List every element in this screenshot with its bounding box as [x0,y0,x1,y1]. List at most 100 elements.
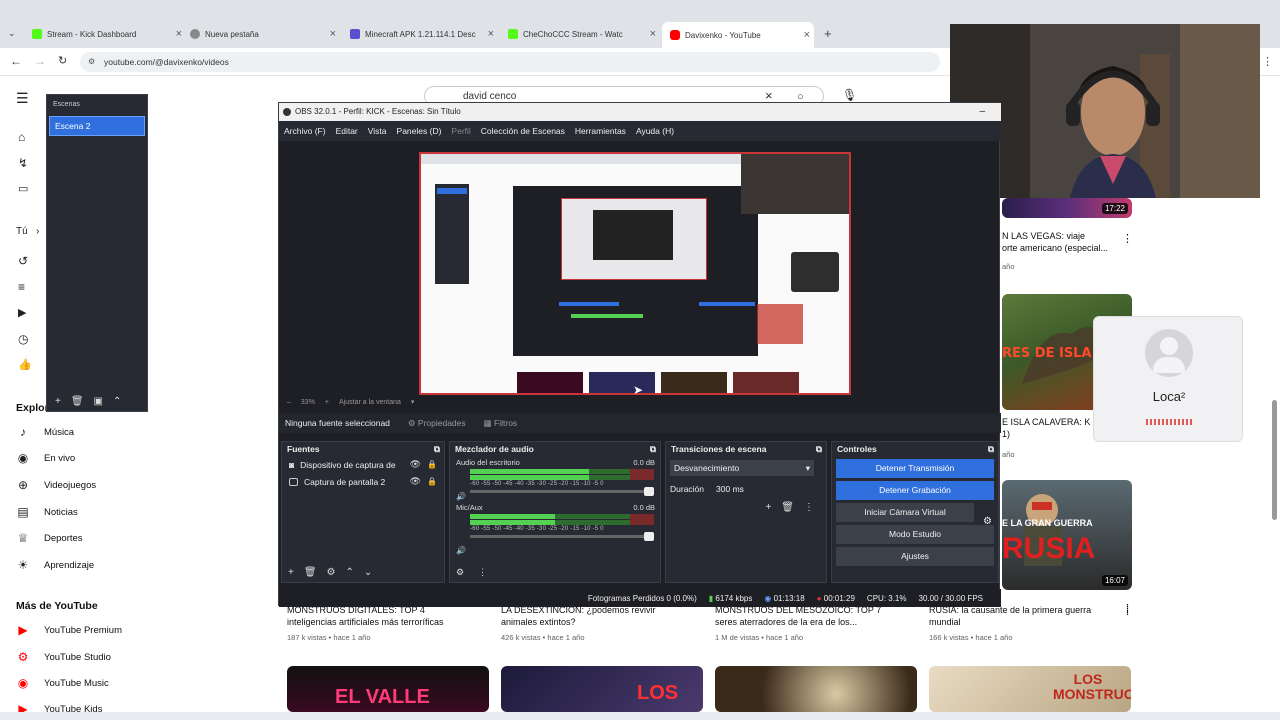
back-icon[interactable]: ← [10,54,22,68]
menu-help[interactable]: Ayuda (H) [636,126,674,136]
virtual-camera-settings-icon[interactable]: ⚙ [983,516,992,527]
speaker-icon[interactable]: 🔊 [456,546,466,555]
video-title[interactable]: E ISLA CALAVERA: K 1) [1002,416,1090,440]
menu-dots-icon[interactable]: ⋮ [1262,55,1273,68]
zoom-in-icon[interactable]: + [325,399,329,406]
menu-profile[interactable]: Perfil [451,126,470,136]
start-virtual-camera-button[interactable]: Iniciar Cámara Virtual [836,503,974,522]
source-item[interactable]: Captura de pantalla 2 👁 🔒 [282,473,444,490]
watch-later-icon[interactable]: ◷ [18,332,28,346]
menu-dots-icon[interactable]: ⋮ [478,567,487,578]
page-scrollbar[interactable] [1272,400,1277,520]
settings-button[interactable]: Ajustes [836,547,994,566]
filter-icon[interactable]: ▣ [94,396,103,407]
close-icon[interactable]: × [804,29,810,41]
browser-tab[interactable]: CheChoCCC Stream - Watc × [508,24,656,44]
menu-view[interactable]: Vista [368,126,387,136]
video-thumbnail[interactable] [715,666,917,712]
video-thumbnail[interactable]: EL VALLE [287,666,489,712]
add-icon[interactable]: + [288,567,294,578]
lock-icon[interactable]: 🔒 [427,477,437,486]
site-info-icon[interactable]: ⚙ [88,52,95,72]
video-title[interactable]: MONSTRUOS DIGITALES: TOP 4 inteligencias … [287,604,444,628]
browser-tab[interactable]: Stream - Kick Dashboard × [32,24,182,44]
source-item[interactable]: ◙ Dispositivo de captura de 👁 🔒 [282,456,444,473]
duration-input[interactable]: 300 ms [712,482,814,496]
video-thumbnail[interactable]: 17:22 [1002,198,1132,218]
more-options-icon[interactable]: ⋮ [1122,232,1133,245]
dock-undock-icon[interactable]: ⧉ [434,442,444,456]
visibility-icon[interactable]: 👁 [410,459,421,470]
add-icon[interactable]: + [765,502,771,513]
liked-videos-icon[interactable]: 👍 [18,358,32,371]
video-thumbnail[interactable]: E LA GRAN GUERRA RUSIA 16:07 [1002,480,1132,590]
video-thumbnail[interactable]: LOS [501,666,703,712]
you-label[interactable]: Tú [16,226,28,237]
subscriptions-icon[interactable]: ▭ [18,182,28,195]
close-icon[interactable]: × [176,28,182,40]
mic-icon[interactable]: 🎙 [842,88,857,102]
new-tab-icon[interactable]: + [824,26,832,41]
video-title[interactable]: MONSTRUOS DEL MESOZOICO: TOP 7 seres ater… [715,604,881,628]
forward-icon[interactable]: → [34,54,46,68]
tab-list-icon[interactable]: ⌄ [8,28,16,39]
playlists-icon[interactable]: ≡ [18,280,25,294]
dock-undock-icon[interactable]: ⧉ [816,442,826,456]
sidebar-item-news[interactable]: ▤ Noticias [16,506,77,518]
sidebar-item-gaming[interactable]: ⊕ Videojuegos [16,479,96,491]
move-up-icon[interactable]: ⌃ [346,567,354,578]
scene-item-selected[interactable]: Escena 2 [49,116,145,136]
filters-button[interactable]: ▦ Filtros [484,418,518,429]
dock-undock-icon[interactable]: ⧉ [988,442,998,456]
sidebar-item-learning[interactable]: ☀ Aprendizaje [16,559,95,571]
dock-undock-icon[interactable]: ⧉ [650,442,660,456]
chevron-down-icon[interactable]: ▾ [411,398,415,406]
sidebar-item-music[interactable]: ♪ Música [16,426,74,438]
zoom-out-icon[interactable]: – [287,399,291,406]
volume-slider[interactable] [470,532,654,541]
gear-icon[interactable]: ⚙ [327,567,336,578]
shorts-icon[interactable]: ↯ [18,156,28,170]
video-title[interactable]: RUSIA: la causante de la primera guerra m… [929,604,1091,628]
menu-file[interactable]: Archivo (F) [284,126,326,136]
stop-recording-button[interactable]: Detener Grabación [836,481,994,500]
minimize-icon[interactable]: – [979,103,985,121]
sidebar-item-studio[interactable]: ⚙ YouTube Studio [16,651,111,663]
speaker-icon[interactable]: 🔊 [456,492,466,501]
browser-tab-active[interactable]: Davixenko - YouTube × [662,22,814,48]
menu-docks[interactable]: Paneles (D) [397,126,442,136]
menu-scene-collection[interactable]: Colección de Escenas [481,126,565,136]
move-down-icon[interactable]: ⌄ [364,567,372,578]
volume-slider[interactable] [470,487,654,496]
browser-tab[interactable]: Nueva pestaña × [190,24,336,44]
history-icon[interactable]: ↺ [18,254,28,268]
stop-streaming-button[interactable]: Detener Transmisión [836,459,994,478]
video-thumbnail[interactable]: LOS MONSTRUOS [929,666,1131,712]
transition-select[interactable]: Desvanecimiento ▾ [670,460,814,476]
trash-icon[interactable]: 🗑 [304,567,317,578]
properties-button[interactable]: ⚙ Propiedades [408,418,466,429]
home-icon[interactable]: ⌂ [18,130,25,144]
call-participant-tile[interactable]: Loca² [1093,316,1243,442]
mixer-settings-icon[interactable]: ⚙ [456,567,464,578]
url-field[interactable]: ⚙ youtube.com/@davixenko/videos [80,52,940,72]
obs-preview[interactable] [419,152,851,395]
studio-mode-button[interactable]: Modo Estudio [836,525,994,544]
menu-dots-icon[interactable]: ⋮ [804,502,814,513]
more-options-icon[interactable]: ⋮ [1122,604,1133,617]
fit-to-window-button[interactable]: Ajustar a la ventana [339,399,401,406]
close-icon[interactable]: × [650,28,656,40]
move-up-icon[interactable]: ⌃ [113,396,121,407]
close-icon[interactable]: × [330,28,336,40]
close-icon[interactable]: × [488,28,494,40]
lock-icon[interactable]: 🔒 [427,460,437,469]
sidebar-item-music-app[interactable]: ◉ YouTube Music [16,677,109,689]
trash-icon[interactable]: 🗑 [781,502,794,513]
menu-edit[interactable]: Editar [336,126,358,136]
menu-tools[interactable]: Herramientas [575,126,626,136]
sidebar-item-live[interactable]: ◉ En vivo [16,452,75,464]
reload-icon[interactable]: ↻ [58,54,67,67]
hamburger-menu-icon[interactable]: ☰ [16,90,29,107]
sidebar-item-premium[interactable]: ▶ YouTube Premium [16,624,122,636]
add-icon[interactable]: + [55,396,61,407]
